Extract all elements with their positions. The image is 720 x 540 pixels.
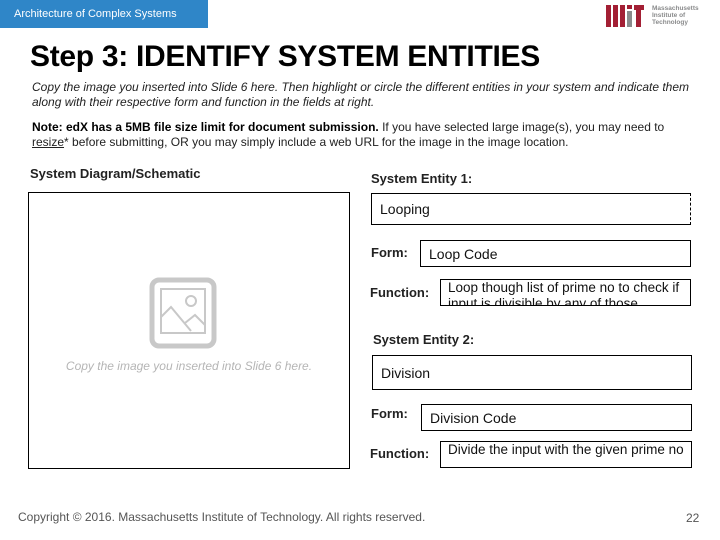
mit-logo-text: Massachusetts Institute of Technology: [652, 5, 699, 26]
entity-1-name-field[interactable]: Looping: [371, 193, 691, 225]
entity-1-form-label: Form:: [371, 245, 408, 260]
entity-2-name-field[interactable]: Division: [372, 355, 692, 390]
image-placeholder-icon: [149, 277, 217, 349]
file-size-note: Note: edX has a 5MB file size limit for …: [32, 120, 692, 150]
course-title-bar: Architecture of Complex Systems: [0, 0, 208, 28]
entity-1-function-field[interactable]: Loop though list of prime no to check if…: [440, 279, 691, 306]
entity-2-function-field[interactable]: Divide the input with the given prime no: [440, 441, 692, 468]
entity-1-label: System Entity 1:: [371, 171, 473, 186]
entity-1-form-field[interactable]: Loop Code: [420, 240, 691, 267]
course-title: Architecture of Complex Systems: [14, 8, 177, 20]
mit-logo-icon: [606, 5, 644, 27]
entity-2-function-label: Function:: [370, 446, 430, 461]
entity-2-label: System Entity 2:: [373, 332, 475, 347]
entity-2-form-field[interactable]: Division Code: [421, 404, 692, 431]
diagram-image-placeholder[interactable]: Copy the image you inserted into Slide 6…: [28, 192, 350, 469]
note-text-2: * before submitting, OR you may simply i…: [64, 135, 569, 149]
instructions-text: Copy the image you inserted into Slide 6…: [32, 80, 690, 109]
entity-1-function-label: Function:: [370, 285, 430, 300]
note-text-1: If you have selected large image(s), you…: [378, 120, 665, 134]
diagram-label: System Diagram/Schematic: [30, 166, 201, 181]
entity-2-form-label: Form:: [371, 406, 408, 421]
note-bold: Note: edX has a 5MB file size limit for …: [32, 120, 379, 134]
placeholder-text: Copy the image you inserted into Slide 6…: [65, 359, 313, 373]
page-title: Step 3: IDENTIFY SYSTEM ENTITIES: [30, 40, 540, 73]
mit-logo: Massachusetts Institute of Technology: [606, 5, 699, 27]
page-number: 22: [686, 511, 700, 525]
copyright-footer: Copyright © 2016. Massachusetts Institut…: [18, 510, 426, 524]
resize-link[interactable]: resize: [32, 135, 64, 149]
